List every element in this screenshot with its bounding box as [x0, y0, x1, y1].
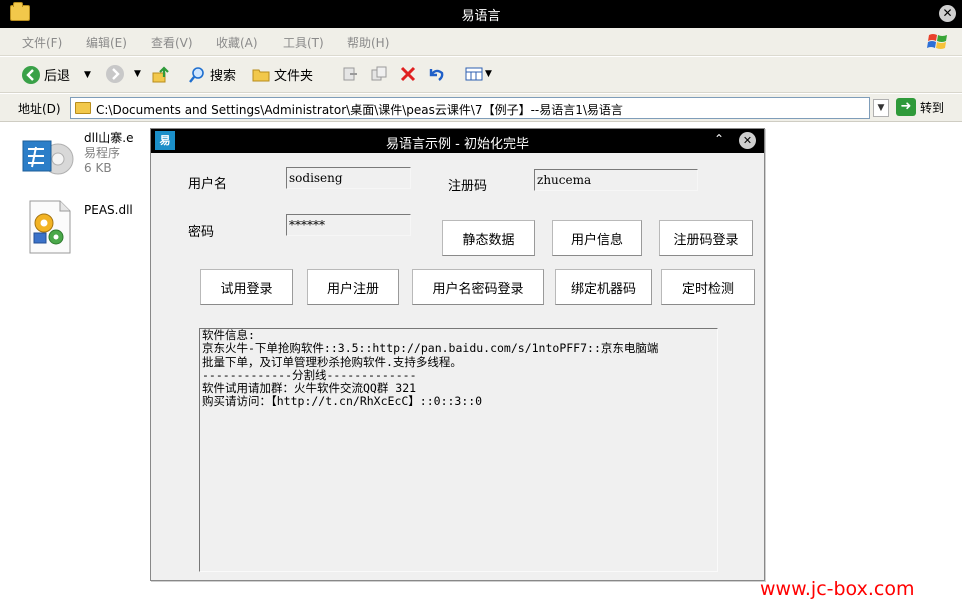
chevron-down-icon: ▼ — [134, 69, 141, 79]
up-folder-button[interactable] — [151, 65, 171, 85]
info-textarea[interactable]: 软件信息: 京东火牛-下单抢购软件::3.5::http://pan.baidu… — [199, 328, 718, 572]
delete-x-icon — [400, 66, 416, 82]
file-name: dll山寨.e — [84, 131, 134, 145]
chevron-down-icon: ▼ — [84, 69, 91, 80]
address-bar: 地址(D) C:\Documents and Settings\Administ… — [0, 94, 962, 122]
memo-line: 软件信息: — [202, 328, 255, 342]
toolbar: 后退 ▼ ▼ 搜索 文件夹 ▼ — [0, 57, 962, 93]
address-label: 地址(D) — [18, 102, 61, 116]
delete-button[interactable] — [399, 65, 421, 83]
window-title: 易语言 — [461, 9, 501, 24]
search-button[interactable]: 搜索 — [188, 65, 236, 84]
menubar: 文件(F) 编辑(E) 查看(V) 收藏(A) 工具(T) 帮助(H) — [0, 28, 962, 56]
memo-line: 软件试用请加群：火牛软件交流QQ群 321 — [202, 381, 417, 396]
username-input[interactable]: sodiseng — [286, 167, 411, 189]
memo-line: 批量下单，及订单管理秒杀抢购软件.支持多线程。 — [202, 354, 462, 369]
forward-arrow-icon — [106, 65, 124, 83]
undo-icon — [429, 69, 444, 81]
password-input[interactable]: ****** — [286, 214, 411, 236]
menu-file[interactable]: 文件(F) — [22, 34, 62, 51]
dll-file-gear-icon — [20, 199, 76, 255]
username-password-login-button[interactable]: 用户名密码登录 — [412, 269, 544, 305]
chevron-down-icon: ▼ — [485, 69, 492, 79]
close-icon[interactable]: ✕ — [739, 132, 756, 149]
close-icon[interactable]: ✕ — [939, 5, 956, 22]
views-grid-icon — [465, 67, 483, 81]
copy-to-icon — [371, 66, 387, 81]
copy-to-button[interactable] — [370, 65, 392, 83]
address-path: C:\Documents and Settings\Administrator\… — [96, 103, 623, 117]
address-input[interactable]: C:\Documents and Settings\Administrator\… — [70, 97, 870, 119]
forward-button[interactable]: ▼ — [106, 65, 141, 83]
back-arrow-icon — [22, 65, 40, 84]
username-label: 用户名 — [188, 177, 228, 192]
regcode-label: 注册码 — [448, 179, 488, 194]
move-to-icon — [343, 67, 357, 81]
window-titlebar: 易语言 ✕ — [0, 0, 962, 28]
password-label: 密码 — [188, 225, 215, 240]
back-button[interactable]: 后退 ▼ — [22, 65, 91, 84]
collapse-icon[interactable]: ⌃ — [714, 132, 724, 146]
go-button[interactable]: ➜ 转到 — [896, 98, 944, 116]
menu-view[interactable]: 查看(V) — [151, 34, 193, 51]
trial-login-button[interactable]: 试用登录 — [200, 269, 293, 305]
bind-machine-code-button[interactable]: 绑定机器码 — [555, 269, 652, 305]
folder-icon — [75, 102, 91, 114]
memo-line: 京东火牛-下单抢购软件::3.5::http://pan.baidu.com/s… — [202, 341, 659, 356]
folders-label: 文件夹 — [274, 69, 314, 84]
e-program-file-icon — [20, 131, 76, 187]
regcode-input[interactable]: zhucema — [534, 169, 698, 191]
user-register-button[interactable]: 用户注册 — [307, 269, 399, 305]
address-dropdown-button[interactable]: ▼ — [873, 99, 889, 117]
go-label: 转到 — [920, 100, 945, 115]
file-name: PEAS.dll — [84, 203, 133, 217]
regcode-login-button[interactable]: 注册码登录 — [659, 220, 753, 256]
menu-tools[interactable]: 工具(T) — [283, 34, 324, 51]
views-button[interactable]: ▼ — [465, 65, 492, 83]
menu-favorites[interactable]: 收藏(A) — [216, 34, 258, 51]
file-item-dll-e[interactable]: dll山寨.e 易程序 6 KB — [20, 131, 133, 187]
timed-check-button[interactable]: 定时检测 — [661, 269, 755, 305]
folders-button[interactable]: 文件夹 — [252, 65, 313, 84]
menu-edit[interactable]: 编辑(E) — [86, 34, 127, 51]
file-item-peas-dll[interactable]: PEAS.dll — [20, 199, 133, 255]
menu-help[interactable]: 帮助(H) — [347, 34, 389, 51]
back-label: 后退 — [44, 69, 71, 84]
watermark-text: www.jc-box.com — [760, 578, 915, 600]
file-size: 6 KB — [84, 161, 112, 175]
static-data-button[interactable]: 静态数据 — [442, 220, 535, 256]
up-folder-icon — [152, 66, 169, 83]
undo-button[interactable] — [427, 65, 449, 83]
move-to-button[interactable] — [341, 65, 363, 83]
dialog-title: 易语言示例 - 初始化完毕 — [386, 137, 529, 152]
dialog-titlebar: 易 易语言示例 - 初始化完毕 ⌃ ✕ — [151, 129, 764, 153]
memo-line: -------------分割线------------- — [202, 367, 417, 382]
search-icon — [189, 66, 204, 83]
search-label: 搜索 — [210, 69, 237, 84]
easylang-dialog: 易 易语言示例 - 初始化完毕 ⌃ ✕ 用户名 sodiseng 注册码 zhu… — [150, 128, 765, 581]
folder-icon — [252, 69, 270, 81]
file-type: 易程序 — [84, 146, 121, 160]
windows-logo-icon — [927, 34, 947, 49]
memo-line: 购买请访问：【http://t.cn/RhXcEcC】::0::3::0 — [202, 394, 483, 409]
go-arrow-icon: ➜ — [896, 98, 916, 116]
user-info-button[interactable]: 用户信息 — [552, 220, 642, 256]
